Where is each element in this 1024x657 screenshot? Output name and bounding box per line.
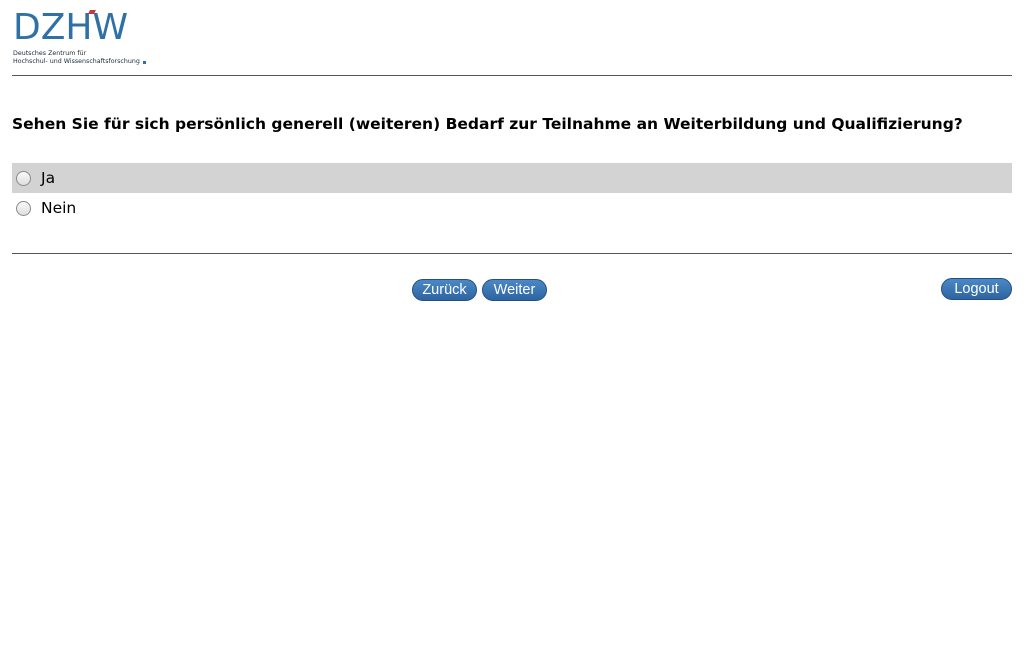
logo-subtitle-line1: Deutsches Zentrum für [13, 50, 87, 57]
survey-page: DZHW Deutsches Zentrum für Hochschul- un… [0, 0, 1024, 657]
logo-mark-text: DZHW [13, 7, 129, 48]
radio-ja[interactable] [16, 171, 31, 186]
logo-subtitle-line2-text: Hochschul- und Wissenschaftsforschung [13, 58, 140, 65]
logo-wordmark: DZHW [13, 10, 145, 46]
option-label-ja: Ja [41, 169, 56, 187]
footer-divider [12, 253, 1012, 254]
header-divider [12, 75, 1012, 76]
logo-subtitle: Deutsches Zentrum für Hochschul- und Wis… [13, 50, 146, 66]
dzhw-logo: DZHW Deutsches Zentrum für Hochschul- un… [13, 10, 146, 68]
next-button[interactable]: Weiter [482, 279, 547, 301]
back-button[interactable]: Zurück [412, 279, 477, 301]
question-text: Sehen Sie für sich persönlich generell (… [12, 115, 963, 133]
logo-subtitle-line2: Hochschul- und Wissenschaftsforschung [13, 58, 146, 66]
option-nein[interactable]: Nein [12, 193, 1012, 223]
radio-nein[interactable] [16, 201, 31, 216]
logo-dot [142, 61, 146, 64]
option-label-nein: Nein [41, 199, 77, 217]
option-ja[interactable]: Ja [12, 163, 1012, 193]
logout-button[interactable]: Logout [941, 278, 1012, 300]
